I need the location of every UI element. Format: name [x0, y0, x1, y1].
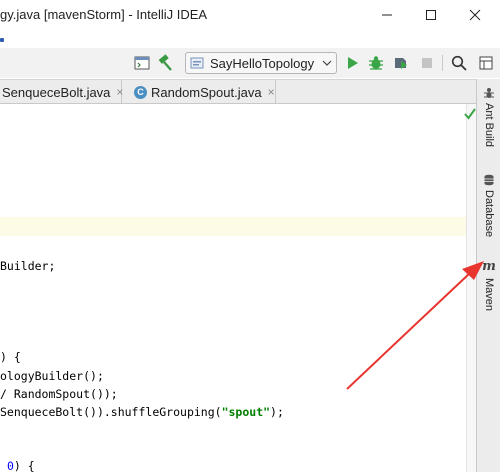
database-tool-button[interactable]: Database	[477, 174, 500, 237]
run-config-icon	[190, 57, 204, 69]
code-text: Builder;	[0, 259, 56, 273]
search-icon	[451, 55, 467, 71]
number-literal: 0	[6, 459, 14, 472]
code-text: SenqueceBolt	[0, 405, 84, 419]
code-text: ());	[90, 387, 118, 401]
debug-button[interactable]	[366, 53, 386, 73]
code-line: / RandomSpout());	[0, 387, 118, 401]
maven-icon: m	[482, 259, 496, 274]
menu-fragment[interactable]	[0, 38, 4, 42]
tab-senquecebolt[interactable]: SenqueceBolt.java ×	[0, 80, 123, 104]
minimize-icon	[382, 14, 392, 16]
inspection-ok-icon	[464, 107, 476, 125]
layout-button[interactable]	[476, 53, 496, 73]
database-icon	[484, 174, 494, 186]
run-config-label: SayHelloTopology	[210, 55, 315, 71]
run-icon	[348, 57, 358, 69]
database-label: Database	[483, 190, 495, 238]
bug-icon	[369, 56, 383, 70]
terminal-icon	[134, 56, 150, 70]
maven-tool-button[interactable]: m Maven	[477, 259, 500, 311]
title-bar: gy.java [mavenStorm] - IntelliJ IDEA	[0, 0, 500, 30]
tab-label: RandomSpout.java	[151, 84, 262, 100]
editor-scrollbar[interactable]	[466, 104, 476, 472]
build-button[interactable]	[155, 53, 175, 73]
code-line: 0) {	[0, 459, 35, 472]
ant-build-tool-button[interactable]: Ant Build	[477, 87, 500, 147]
code-line: Builder;	[0, 259, 55, 273]
code-text: ) {	[0, 350, 21, 364]
window-title: gy.java [mavenStorm] - IntelliJ IDEA	[0, 7, 208, 22]
layout-icon	[479, 56, 493, 70]
maven-label: Maven	[483, 278, 495, 312]
terminal-button[interactable]	[132, 53, 152, 73]
menu-bar	[0, 30, 500, 48]
code-line: ) {	[0, 350, 21, 364]
right-tool-sidebar: Ant Build Database m Maven	[476, 79, 500, 472]
minimize-button[interactable]	[365, 0, 409, 30]
close-icon	[469, 9, 481, 21]
class-icon: C	[134, 85, 147, 99]
chevron-down-icon	[318, 58, 336, 69]
maximize-button[interactable]	[409, 0, 453, 30]
hammer-icon	[158, 54, 172, 71]
stop-icon	[422, 58, 432, 68]
run-button[interactable]	[342, 53, 362, 73]
search-button[interactable]	[449, 53, 469, 73]
coverage-button[interactable]	[391, 53, 411, 73]
code-text: );	[270, 405, 284, 419]
run-config-select[interactable]: SayHelloTopology	[185, 52, 337, 74]
code-text: ologyBuilder	[0, 369, 84, 383]
code-text: ();	[83, 369, 104, 383]
ant-icon	[484, 88, 494, 98]
tab-randomspout[interactable]: C RandomSpout.java ×	[128, 80, 276, 104]
code-text: ()).shuffleGrouping(	[83, 405, 222, 419]
tab-label: SenqueceBolt.java	[2, 84, 111, 100]
code-editor[interactable]: Builder; ) { ologyBuilder(); / RandomSpo…	[0, 104, 466, 472]
string-literal: "spout"	[221, 405, 271, 419]
close-tab-icon[interactable]: ×	[268, 85, 275, 99]
editor-tab-bar: SenqueceBolt.java × C RandomSpout.java ×	[0, 79, 476, 104]
main-toolbar: SayHelloTopology	[0, 48, 500, 78]
code-text: / RandomSpout	[0, 387, 91, 401]
code-line: ologyBuilder();	[0, 369, 104, 383]
code-text: ) {	[13, 459, 35, 472]
ant-build-label: Ant Build	[483, 103, 495, 148]
current-line-highlight	[0, 217, 466, 236]
maximize-icon	[426, 10, 436, 20]
coverage-icon	[395, 58, 407, 69]
code-line: SenqueceBolt()).shuffleGrouping("spout")…	[0, 405, 284, 419]
toolbar-separator	[442, 55, 443, 71]
close-tab-icon[interactable]: ×	[116, 85, 123, 99]
close-window-button[interactable]	[453, 0, 497, 30]
stop-button[interactable]	[417, 53, 437, 73]
